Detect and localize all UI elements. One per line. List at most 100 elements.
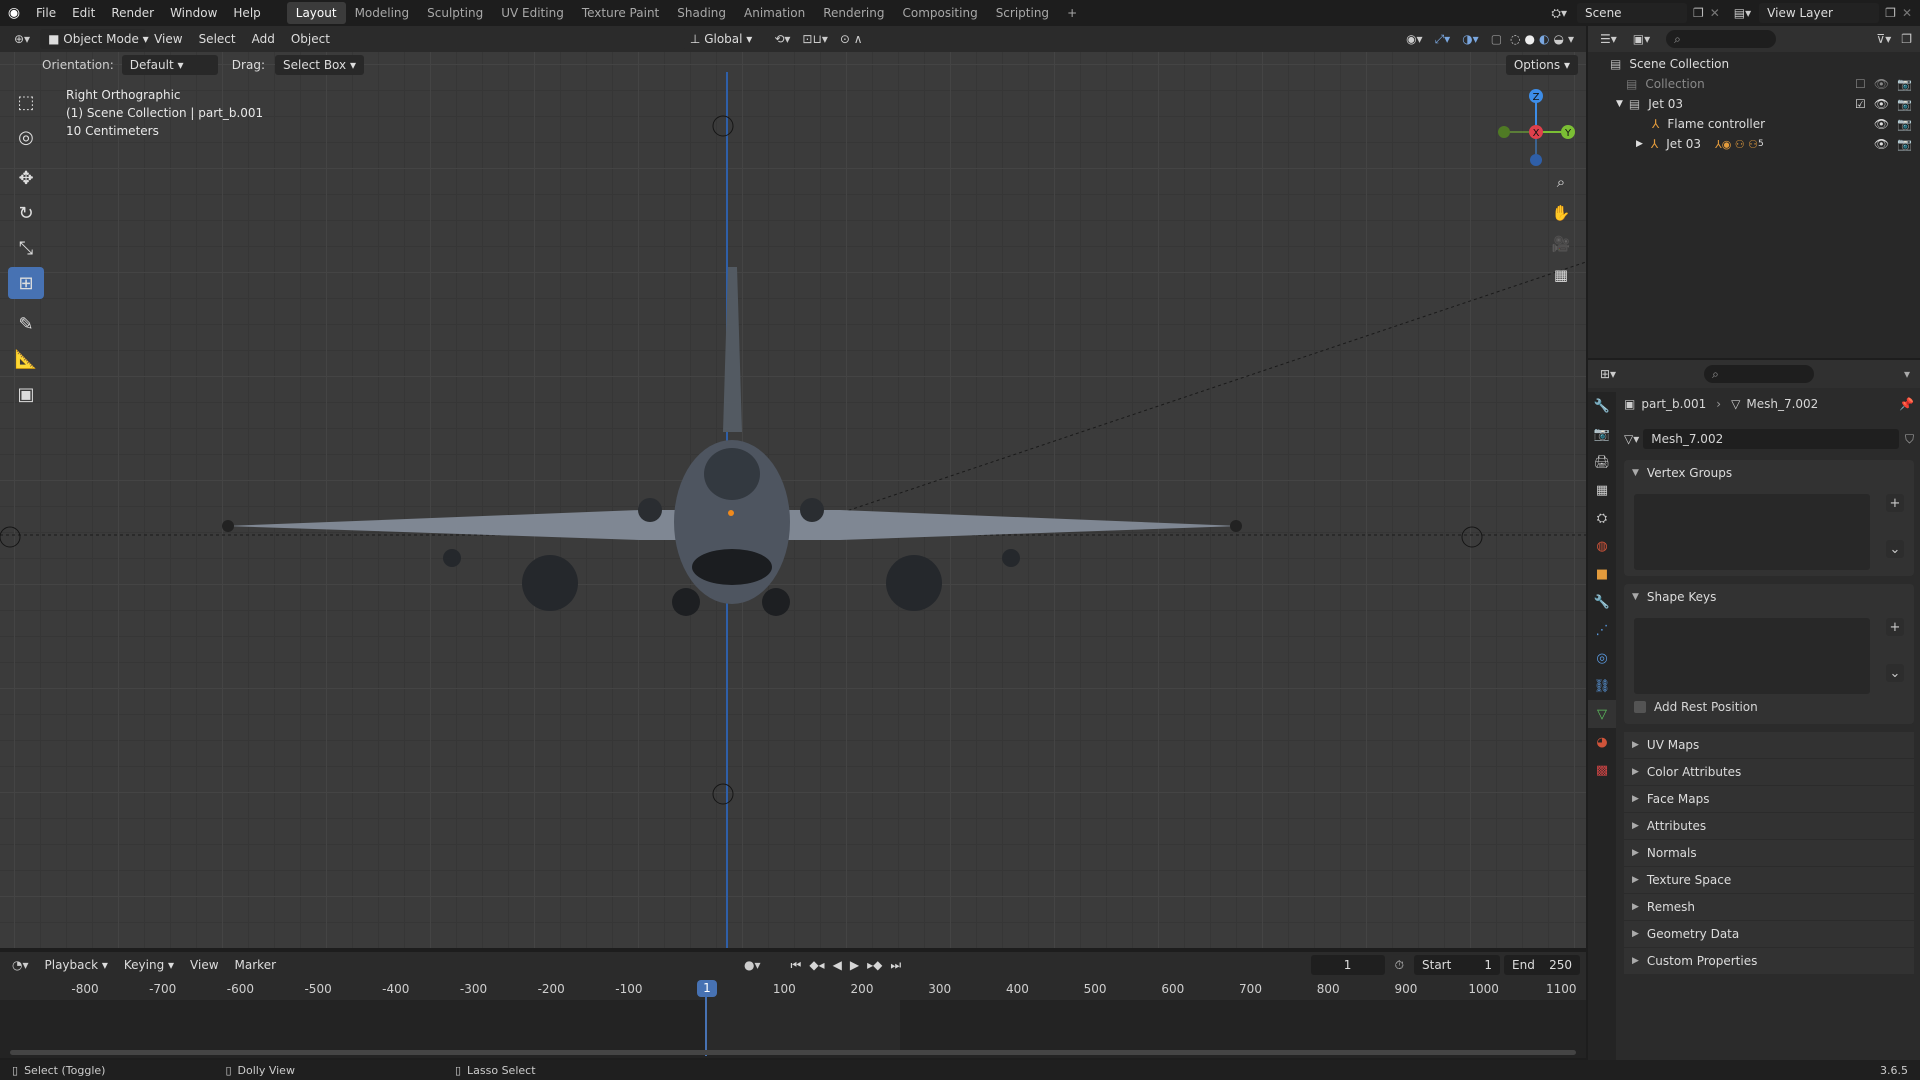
zoom-icon[interactable]: ⌕ (1547, 168, 1575, 196)
editor-type-icon[interactable]: ⊕▾ (0, 32, 36, 46)
transform-orientation-dropdown[interactable]: ⊥ Global ▾ (681, 29, 761, 49)
tab-layout[interactable]: Layout (286, 2, 346, 24)
custom-properties-panel[interactable]: ▶ Custom Properties (1624, 948, 1914, 974)
remesh-panel[interactable]: ▶ Remesh (1624, 894, 1914, 920)
view-layer-icon[interactable]: ▤▾ (1734, 6, 1751, 20)
close-scene-icon[interactable]: ✕ (1710, 6, 1720, 20)
fake-user-shield-icon[interactable]: ⛉ (1905, 432, 1914, 447)
outliner-row-flame-controller[interactable]: ⅄ Flame controller 👁 📷 (1588, 114, 1920, 134)
new-view-layer-icon[interactable]: ❐ (1885, 6, 1896, 20)
ortho-grid-icon[interactable]: ▦ (1547, 261, 1575, 289)
menu-object[interactable]: Object (283, 29, 338, 49)
attributes-panel[interactable]: ▶ Attributes (1624, 813, 1914, 839)
annotate-tool-icon[interactable]: ✎ (8, 308, 44, 340)
datablock-name-field[interactable]: Mesh_7.002 (1643, 429, 1899, 449)
material-shading-icon[interactable]: ◐ (1539, 32, 1549, 46)
view-layer-selector[interactable]: View Layer (1759, 3, 1880, 23)
flame-visibility-icon[interactable]: 👁 (1874, 117, 1889, 131)
rotate-tool-icon[interactable]: ↻ (8, 197, 44, 229)
orientation-dropdown[interactable]: Default ▾ (121, 55, 218, 75)
playhead-frame-badge[interactable]: 1 (697, 980, 717, 997)
outliner-row-jet03-object[interactable]: ▶ ⅄ Jet 03 ⅄◉ ⚇ ⚇ 5 👁 📷 (1588, 134, 1920, 154)
scene-icon[interactable]: ⛭▾ (1551, 6, 1567, 21)
jet03-object-render-icon[interactable]: 📷 (1897, 137, 1912, 151)
vertex-groups-menu-icon[interactable]: ⌄ (1886, 540, 1904, 558)
transform-tool-icon[interactable]: ⊞ (8, 267, 44, 299)
menu-keying[interactable]: Keying ▾ (116, 955, 182, 975)
tab-uv-editing[interactable]: UV Editing (492, 2, 573, 24)
timeline-editor-icon[interactable]: ◔▾ (0, 958, 37, 972)
outliner-row-jet03-collection[interactable]: ▼ ▤ Jet 03 ☑ 👁 📷 (1588, 94, 1920, 114)
cursor-tool-icon[interactable]: ◎ (8, 121, 44, 153)
tab-scripting[interactable]: Scripting (987, 2, 1058, 24)
display-mode-icon[interactable]: ▣▾ (1625, 32, 1658, 46)
modifier-tab-icon[interactable]: 🔧 (1588, 588, 1616, 616)
view-layer-tab-icon[interactable]: ▦ (1588, 476, 1616, 504)
menu-file[interactable]: File (28, 0, 64, 26)
menu-select[interactable]: Select (191, 29, 244, 49)
timeline-scrollbar[interactable] (10, 1050, 1576, 1055)
prev-keyframe-icon[interactable]: ◆◂ (809, 958, 824, 972)
properties-search-field[interactable]: ⌕ (1704, 365, 1815, 383)
visibility-icon[interactable]: ◉▾ (1406, 32, 1423, 46)
properties-options-icon[interactable]: ▾ (1904, 367, 1910, 381)
timeline-area[interactable]: -800 -700 -600 -500 -400 -300 -200 -100 100 200 30… (0, 978, 1586, 1058)
add-rest-position-checkbox[interactable] (1634, 701, 1646, 713)
object-tab-icon[interactable]: ■ (1588, 560, 1616, 588)
end-frame-field[interactable]: End 250 (1504, 955, 1580, 975)
camera-view-icon[interactable]: 🎥 (1547, 230, 1575, 258)
filter-icon[interactable]: ⊽▾ (1876, 32, 1891, 46)
add-workspace-button[interactable]: + (1058, 2, 1086, 24)
texture-tab-icon[interactable]: ▩ (1588, 756, 1616, 784)
menu-timeline-view[interactable]: View (182, 955, 226, 975)
gizmo-toggle-icon[interactable]: ⤢▾ (1435, 32, 1451, 47)
texture-space-panel[interactable]: ▶ Texture Space (1624, 867, 1914, 893)
tab-rendering[interactable]: Rendering (814, 2, 893, 24)
collection-checkbox[interactable]: ☐ (1855, 77, 1866, 91)
shape-keys-list[interactable] (1634, 618, 1870, 694)
play-reverse-icon[interactable]: ◀ (833, 958, 842, 972)
next-keyframe-icon[interactable]: ▸◆ (867, 958, 882, 972)
menu-view[interactable]: View (146, 29, 190, 49)
move-tool-icon[interactable]: ✥ (8, 162, 44, 194)
pan-hand-icon[interactable]: ✋ (1547, 199, 1575, 227)
tab-compositing[interactable]: Compositing (893, 2, 986, 24)
tool-tab-icon[interactable]: 🔧 (1588, 392, 1616, 420)
flame-render-icon[interactable]: 📷 (1897, 117, 1912, 131)
render-tab-icon[interactable]: 📷 (1588, 420, 1616, 448)
jet03-visibility-icon[interactable]: 👁 (1874, 97, 1889, 111)
tab-shading[interactable]: Shading (668, 2, 735, 24)
uv-maps-panel[interactable]: ▶ UV Maps (1624, 732, 1914, 758)
stopwatch-icon[interactable]: ⏱ (1395, 958, 1404, 973)
particles-tab-icon[interactable]: ⋰ (1588, 616, 1616, 644)
close-view-layer-icon[interactable]: ✕ (1902, 6, 1912, 20)
proportional-edit-icon[interactable]: ⊙ ∧ (840, 32, 863, 46)
shading-options-icon[interactable]: ▾ (1568, 32, 1574, 46)
new-scene-icon[interactable]: ❐ (1693, 6, 1704, 20)
jet03-render-icon[interactable]: 📷 (1897, 97, 1912, 111)
tab-texture-paint[interactable]: Texture Paint (573, 2, 668, 24)
menu-window[interactable]: Window (162, 0, 225, 26)
jet03-object-visibility-icon[interactable]: 👁 (1874, 137, 1889, 151)
3d-viewport[interactable]: Orientation: Default ▾ Drag: Select Box … (0, 52, 1586, 948)
snap-icon[interactable]: ⊡⊔▾ (802, 32, 827, 46)
constraints-tab-icon[interactable]: ⛓ (1588, 672, 1616, 700)
collection-visibility-icon[interactable]: 👁 (1874, 77, 1889, 91)
jump-end-icon[interactable]: ⏭ (890, 958, 901, 973)
geometry-data-panel[interactable]: ▶ Geometry Data (1624, 921, 1914, 947)
expand-chevron-icon[interactable]: ▼ (1616, 99, 1623, 109)
menu-render[interactable]: Render (103, 0, 162, 26)
wireframe-shading-icon[interactable]: ◌ (1510, 32, 1520, 46)
shape-keys-menu-icon[interactable]: ⌄ (1886, 664, 1904, 682)
normals-panel[interactable]: ▶ Normals (1624, 840, 1914, 866)
play-icon[interactable]: ▶ (850, 958, 859, 972)
menu-help[interactable]: Help (225, 0, 268, 26)
outliner-row-collection[interactable]: ▤ Collection ☐ 👁 📷 (1588, 74, 1920, 94)
scale-tool-icon[interactable]: ⤡ (8, 232, 44, 264)
current-frame-field[interactable]: 1 (1310, 955, 1385, 975)
shape-keys-header[interactable]: ▼ Shape Keys (1624, 584, 1914, 610)
rendered-shading-icon[interactable]: ◒ (1553, 32, 1563, 46)
tab-modeling[interactable]: Modeling (346, 2, 419, 24)
menu-edit[interactable]: Edit (64, 0, 103, 26)
add-shape-key-icon[interactable]: + (1886, 618, 1904, 636)
